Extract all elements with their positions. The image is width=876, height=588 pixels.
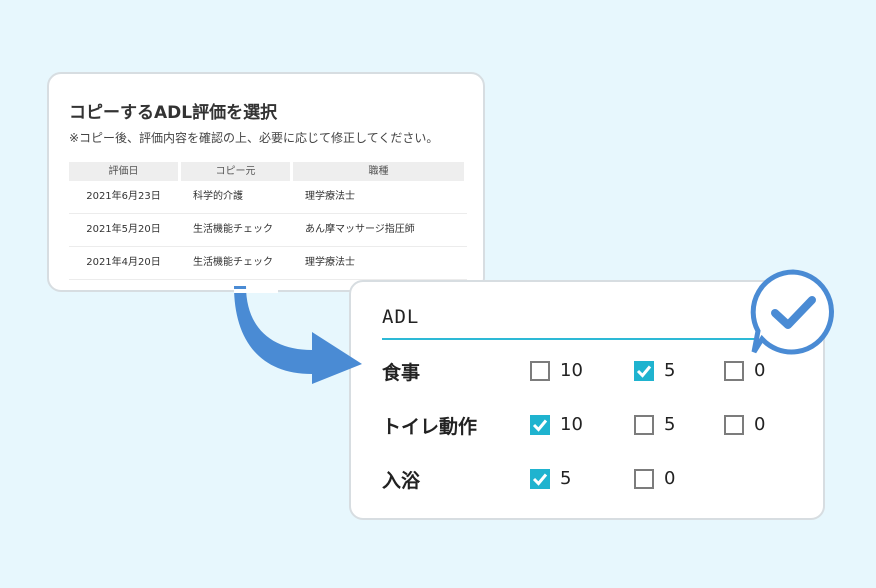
toilet-option-0[interactable]: 0 [724,414,765,435]
adl-title: ADL [382,306,420,328]
meal-option-5[interactable]: 5 [634,360,675,381]
dialog-title: コピーするADL評価を選択 [69,103,278,123]
bath-option-0[interactable]: 0 [634,468,675,489]
meal-option-0[interactable]: 0 [724,360,765,381]
title-underline [382,338,760,340]
checkbox[interactable] [530,360,550,381]
row-label-meal: 食事 [382,362,421,384]
column-header-date: 評価日 [69,162,178,181]
table-row[interactable]: 2021年5月20日 生活機能チェック あん摩マッサージ指圧師 [69,214,467,247]
checkbox[interactable] [634,468,654,489]
table-header: 評価日 コピー元 職種 [69,162,467,181]
cell-date: 2021年6月23日 [86,191,161,202]
bath-option-5[interactable]: 5 [530,468,571,489]
option-label: 0 [754,360,766,381]
option-label: 5 [664,360,676,381]
checkbox-checked[interactable] [634,360,654,381]
cell-profession: あん摩マッサージ指圧師 [305,224,415,235]
column-header-profession: 職種 [293,162,464,181]
row-label-toilet: トイレ動作 [382,416,478,438]
copy-adl-dialog: コピーするADL評価を選択 ※コピー後、評価内容を確認の上、必要に応じて修正して… [47,72,485,292]
option-label: 0 [664,468,676,489]
table-row[interactable]: 2021年6月23日 科学的介護 理学療法士 [69,181,467,214]
toilet-option-10[interactable]: 10 [530,414,583,435]
option-label: 10 [560,360,583,381]
option-label: 5 [664,414,676,435]
column-header-source: コピー元 [181,162,290,181]
checkbox[interactable] [724,414,744,435]
cell-profession: 理学療法士 [305,257,355,268]
checkbox[interactable] [724,360,744,381]
checkbox[interactable] [634,414,654,435]
check-icon [532,419,548,432]
meal-option-10[interactable]: 10 [530,360,583,381]
curved-arrow-icon [234,280,362,384]
option-label: 0 [754,414,766,435]
cell-source: 生活機能チェック [193,224,273,235]
toilet-option-5[interactable]: 5 [634,414,675,435]
dialog-note: ※コピー後、評価内容を確認の上、必要に応じて修正してください。 [69,131,439,145]
evaluation-table: 評価日 コピー元 職種 2021年6月23日 科学的介護 理学療法士 2021年… [69,162,467,280]
cell-date: 2021年5月20日 [86,224,161,235]
check-icon [532,473,548,486]
table-row[interactable]: 2021年4月20日 生活機能チェック 理学療法士 [69,247,467,280]
cell-profession: 理学療法士 [305,191,355,202]
checkbox-checked[interactable] [530,414,550,435]
speech-check-icon [750,269,834,355]
cell-date: 2021年4月20日 [86,257,161,268]
option-label: 5 [560,468,572,489]
option-label: 10 [560,414,583,435]
cell-source: 科学的介護 [193,191,243,202]
cell-source: 生活機能チェック [193,257,273,268]
checkbox-checked[interactable] [530,468,550,489]
row-label-bath: 入浴 [382,470,421,492]
check-icon [636,365,652,378]
